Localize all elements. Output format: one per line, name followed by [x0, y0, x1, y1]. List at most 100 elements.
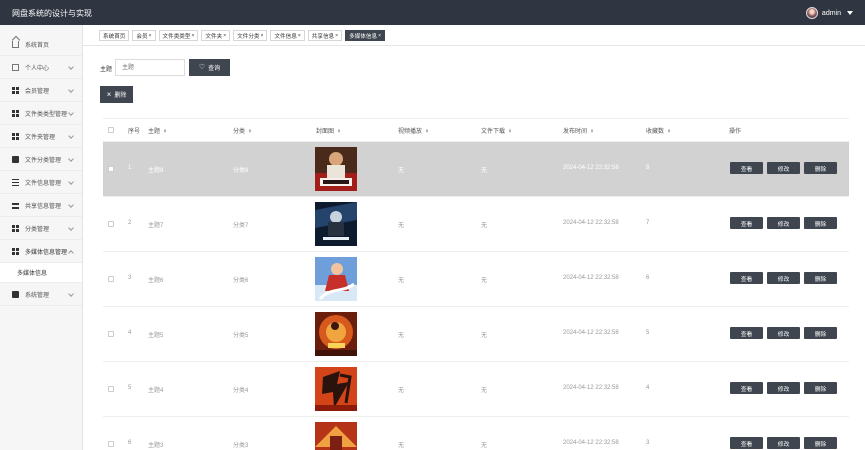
row-checkbox[interactable] — [108, 386, 114, 392]
row-favorites: 5 — [646, 330, 650, 336]
header-download[interactable]: 文件下载 ▲ ▼ — [481, 126, 512, 135]
delete-button[interactable]: 删除 — [804, 382, 837, 394]
sidebar-item-folder-management[interactable]: 文件夹管理 — [0, 125, 82, 148]
view-button[interactable]: 查看 — [730, 272, 763, 284]
cover-image[interactable] — [315, 257, 357, 301]
avatar[interactable] — [805, 7, 818, 19]
sidebar-item-file-type-management[interactable]: 文件类类型管理 — [0, 102, 82, 125]
cover-image[interactable] — [315, 202, 357, 246]
sort-icon[interactable]: ▲ ▼ — [337, 127, 341, 134]
header-publish-time[interactable]: 发布时间 ▲ ▼ — [563, 126, 594, 135]
row-checkbox[interactable] — [108, 221, 114, 227]
sidebar-item-home[interactable]: 系统首页 — [0, 33, 82, 56]
view-button[interactable]: 查看 — [730, 382, 763, 394]
view-button[interactable]: 查看 — [730, 437, 763, 449]
tab-folders[interactable]: 文件夹 × — [201, 30, 231, 41]
sidebar-item-file-info-management[interactable]: 文件信息管理 — [0, 171, 82, 194]
row-checkbox[interactable] — [108, 331, 114, 337]
table-row[interactable]: 4 主题5 分类5 无 无 2024-04-12 22:32:58 5 查看 修… — [103, 307, 849, 362]
tab-file-info[interactable]: 文件信息 × — [270, 30, 305, 41]
table-row[interactable]: 1 主题8 分类8 无 无 2024-04-12 22:32:58 8 查看 修… — [103, 142, 849, 197]
tab-media-info[interactable]: 多媒体信息 × — [345, 30, 385, 41]
sidebar-item-share-info-management[interactable]: 共享信息管理 — [0, 194, 82, 217]
table-row[interactable]: 3 主题6 分类6 无 无 2024-04-12 22:32:58 6 查看 修… — [103, 252, 849, 307]
search-input[interactable] — [115, 59, 185, 76]
sidebar-item-label: 系统首页 — [25, 42, 50, 49]
sort-icon[interactable]: ▲ ▼ — [163, 127, 167, 134]
header-category-label: 分类 — [233, 129, 246, 135]
username[interactable]: admin — [822, 10, 841, 17]
view-button[interactable]: 查看 — [730, 327, 763, 339]
cover-image[interactable] — [315, 367, 357, 411]
close-icon[interactable]: × — [261, 33, 264, 39]
row-checkbox[interactable] — [108, 166, 114, 172]
view-button[interactable]: 查看 — [730, 162, 763, 174]
sidebar-item-category-management[interactable]: 分类管理 — [0, 217, 82, 240]
sort-icon[interactable]: ▲ ▼ — [667, 127, 671, 134]
edit-button[interactable]: 修改 — [767, 162, 800, 174]
delete-button[interactable]: 删除 — [804, 217, 837, 229]
poster-art — [315, 147, 357, 191]
sort-icon[interactable]: ▲ ▼ — [590, 127, 594, 134]
select-all-checkbox[interactable] — [108, 127, 114, 133]
sort-icon[interactable]: ▲ ▼ — [508, 127, 512, 134]
tab-bar: 系统首页 会员 × 文件类类型 × 文件夹 × 文件分类 × 文件信息 × 共享信息 × 多… — [83, 25, 865, 46]
close-icon[interactable]: × — [149, 33, 152, 39]
sidebar-subitem-media-info[interactable]: 多媒体信息 — [0, 263, 82, 283]
table-row[interactable]: 2 主题7 分类7 无 无 2024-04-12 22:32:58 7 查看 修… — [103, 197, 849, 252]
table-row[interactable]: 6 主题3 分类3 无 无 2024-04-12 22:32:58 3 查看 修… — [103, 417, 849, 450]
sidebar-item-file-category-management[interactable]: 文件分类管理 — [0, 148, 82, 171]
header-category[interactable]: 分类 ▲ ▼ — [233, 126, 252, 135]
delete-button[interactable]: 删除 — [804, 162, 837, 174]
tab-label: 系统首页 — [103, 33, 126, 40]
table-row[interactable]: 5 主题4 分类4 无 无 2024-04-12 22:32:58 4 查看 修… — [103, 362, 849, 417]
edit-button[interactable]: 修改 — [767, 272, 800, 284]
user-menu[interactable]: admin — [805, 5, 853, 21]
header-favorites[interactable]: 收藏数 ▲ ▼ — [646, 126, 671, 135]
close-icon[interactable]: × — [335, 33, 338, 39]
cover-image[interactable] — [315, 147, 357, 191]
delete-button[interactable]: 删除 — [804, 437, 837, 449]
sort-icon[interactable]: ▲ ▼ — [425, 127, 429, 134]
media-icon — [12, 290, 19, 298]
delete-button[interactable]: 删除 — [804, 327, 837, 339]
sidebar-item-personal-center[interactable]: 个人中心 — [0, 56, 82, 79]
row-category: 分类8 — [233, 168, 249, 174]
close-icon[interactable]: × — [192, 33, 195, 39]
caret-down-icon[interactable] — [847, 11, 853, 15]
header-cover[interactable]: 封面图 ▲ ▼ — [316, 126, 341, 135]
sidebar-item-system-management[interactable]: 系统管理 — [0, 283, 82, 306]
sidebar-item-member-management[interactable]: 会员管理 — [0, 79, 82, 102]
header-title-label: 主题 — [148, 129, 161, 135]
header-title[interactable]: 主题 ▲ ▼ — [148, 126, 167, 135]
close-icon[interactable]: × — [223, 33, 226, 39]
row-checkbox[interactable] — [108, 276, 114, 282]
row-checkbox[interactable] — [108, 441, 114, 447]
search-label: 主题 — [100, 67, 113, 73]
row-category: 分类6 — [233, 278, 249, 284]
cover-image[interactable] — [315, 422, 357, 450]
chevron-down-icon — [68, 87, 74, 93]
close-icon[interactable]: × — [298, 33, 301, 39]
sidebar-item-media-info-management[interactable]: 多媒体信息管理 — [0, 240, 82, 263]
edit-button[interactable]: 修改 — [767, 382, 800, 394]
sort-icon[interactable]: ▲ ▼ — [248, 127, 252, 134]
edit-button[interactable]: 修改 — [767, 327, 800, 339]
tab-members[interactable]: 会员 × — [132, 30, 156, 41]
row-publish-time: 2024-04-12 22:32:58 — [563, 275, 619, 281]
sidebar-item-label: 文件类类型管理 — [25, 111, 68, 118]
edit-button[interactable]: 修改 — [767, 217, 800, 229]
cover-image[interactable] — [315, 312, 357, 356]
delete-button[interactable]: 删除 — [804, 272, 837, 284]
tab-home[interactable]: 系统首页 — [99, 30, 130, 41]
bulk-delete-button[interactable]: × 删除 — [100, 86, 133, 103]
tab-share-info[interactable]: 共享信息 × — [307, 30, 343, 41]
tab-file-categories[interactable]: 文件分类 × — [233, 30, 268, 41]
close-icon[interactable]: × — [378, 33, 381, 39]
header-video[interactable]: 视频播放 ▲ ▼ — [398, 126, 429, 135]
row-publish-time: 2024-04-12 22:32:58 — [563, 165, 619, 171]
tab-file-types[interactable]: 文件类类型 × — [158, 30, 199, 41]
search-button[interactable]: ♡ 查询 — [189, 59, 230, 76]
edit-button[interactable]: 修改 — [767, 437, 800, 449]
view-button[interactable]: 查看 — [730, 217, 763, 229]
